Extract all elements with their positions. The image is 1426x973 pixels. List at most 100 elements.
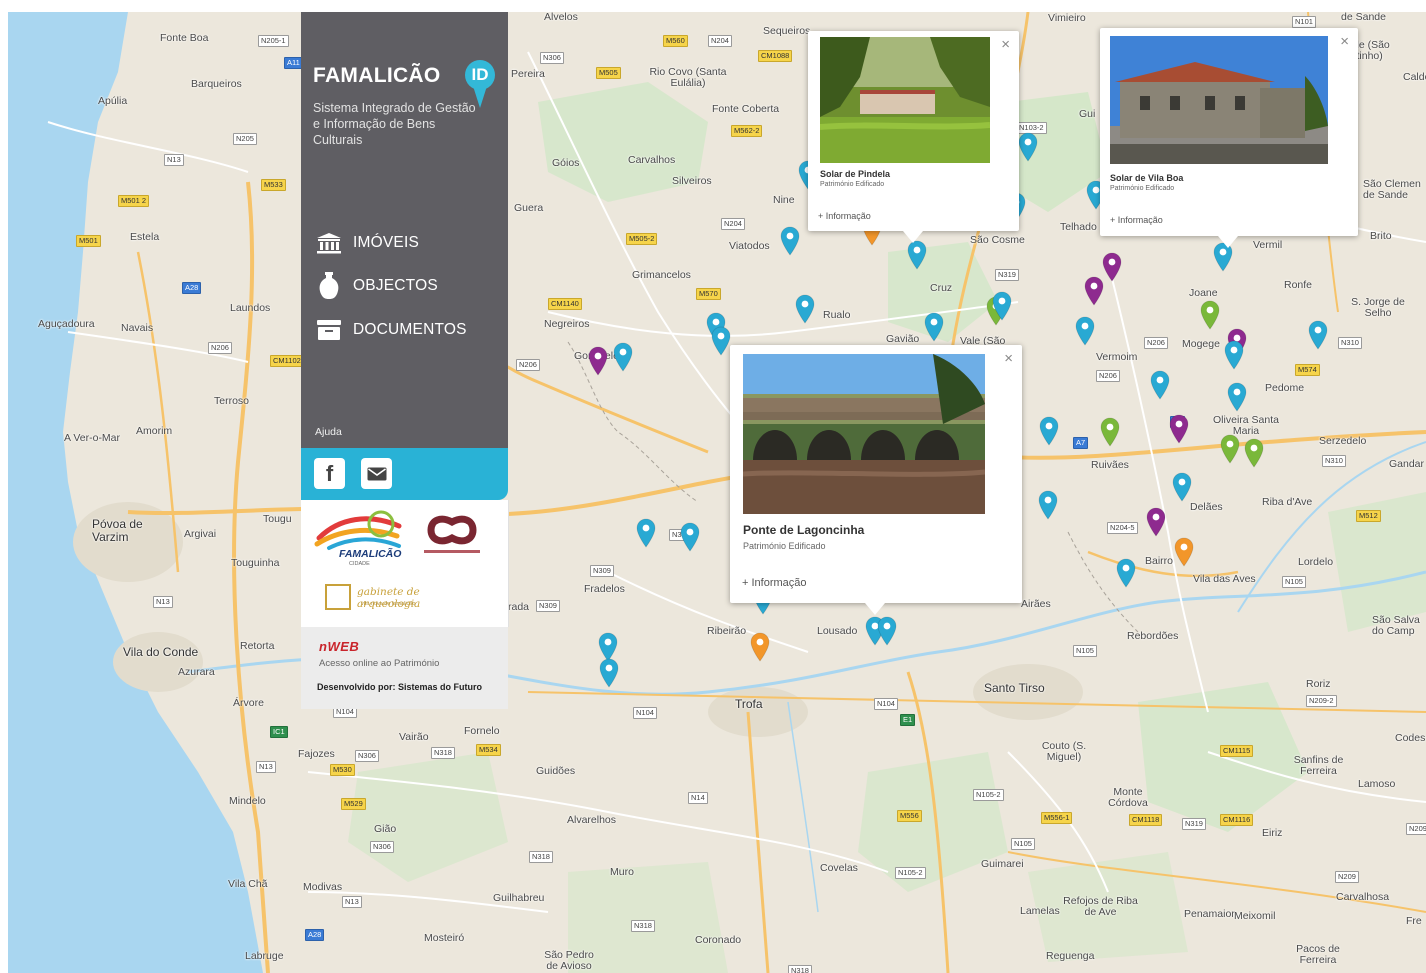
more-info-link[interactable]: + Informação [818, 211, 871, 221]
place-label: Calde [1403, 71, 1426, 83]
road-label: E1 [900, 714, 916, 726]
map-marker-pin[interactable] [779, 226, 801, 256]
map-pin-icon [1308, 320, 1328, 350]
map-marker-pin[interactable] [1145, 507, 1167, 537]
sidebar-header: FAMALICÃO ID Sistema Integrado de Gestão… [301, 12, 508, 448]
famalicao-logo[interactable]: FAMALICÃO CIDADE [309, 508, 407, 570]
map-marker-pin[interactable] [1083, 276, 1105, 306]
nweb-logo[interactable]: nWEB [319, 639, 359, 654]
map-pin-icon [907, 240, 927, 270]
map-marker-pin[interactable] [1168, 414, 1190, 444]
brand-title[interactable]: FAMALICÃO [313, 64, 441, 88]
place-label: Telhado [1060, 221, 1097, 233]
map-marker-pin[interactable] [1199, 300, 1221, 330]
map-marker-pin[interactable] [1037, 490, 1059, 520]
more-info-link[interactable]: + Informação [742, 577, 807, 589]
map-marker-pin[interactable] [587, 346, 609, 376]
popup-close-button[interactable]: × [1340, 34, 1349, 49]
map-marker-pin[interactable] [1099, 417, 1121, 447]
place-label: São Cosme [970, 234, 1025, 246]
acesso-text: Acesso online ao Património [319, 658, 440, 669]
map-marker-pin[interactable] [794, 294, 816, 324]
nav-item-documentos[interactable]: DOCUMENTOS [315, 315, 467, 345]
map-pin-icon [1075, 316, 1095, 346]
road-label: N319 [1182, 818, 1206, 830]
road-label: M501 2 [118, 195, 150, 207]
map-marker-pin[interactable] [1173, 537, 1195, 567]
place-label: rada [508, 601, 530, 613]
popup-subtitle: Património Edificado [743, 541, 826, 551]
place-label: Carvalhos [628, 154, 676, 166]
map-marker-pin[interactable] [635, 518, 657, 548]
place-label: Cruz [930, 282, 953, 294]
map-pin-icon [711, 326, 731, 356]
map-pin-icon [1084, 276, 1104, 306]
developer-credit[interactable]: Desenvolvido por: Sistemas do Futuro [317, 682, 482, 692]
place-label: A Ver-o-Mar [64, 432, 121, 444]
cultural-heritage-logo[interactable] [421, 512, 483, 562]
place-label: Azurara [178, 666, 215, 678]
road-label: N104 [633, 707, 657, 719]
map-marker-pin[interactable] [1038, 416, 1060, 446]
map-marker-pin[interactable] [991, 291, 1013, 321]
nav-item-imoveis[interactable]: IMÓVEIS [315, 228, 419, 258]
popup-photo[interactable] [1110, 36, 1328, 164]
place-label: Barqueiros [191, 78, 242, 90]
more-info-link[interactable]: + Informação [1110, 215, 1163, 225]
map-marker-pin[interactable] [1115, 558, 1137, 588]
map-marker-pin[interactable] [1171, 472, 1193, 502]
road-label: N205-1 [258, 35, 289, 47]
map-marker-pin[interactable] [1074, 316, 1096, 346]
place-label: Navais [121, 322, 154, 334]
place-label: Terroso [214, 395, 250, 407]
place-label: Refojos de Riba de Ave [1063, 895, 1138, 919]
map-marker-pin[interactable] [598, 658, 620, 688]
place-label: Gói​os [552, 157, 580, 169]
map-marker-pin[interactable] [1226, 382, 1248, 412]
popup-close-button[interactable]: × [1004, 351, 1013, 366]
map-marker-pin[interactable] [1243, 438, 1265, 468]
map-marker-pin[interactable] [906, 240, 928, 270]
map-marker-pin[interactable] [710, 326, 732, 356]
popup-photo[interactable] [743, 354, 985, 514]
help-link[interactable]: Ajuda [315, 426, 342, 438]
place-label: Pedome [1265, 382, 1305, 394]
building-columns-icon [315, 231, 343, 255]
nav-item-objectos[interactable]: OBJECTOS [315, 271, 438, 301]
map-marker-pin[interactable] [1219, 434, 1241, 464]
map-marker-pin[interactable] [923, 312, 945, 342]
map-marker-pin[interactable] [1017, 132, 1039, 162]
popup-photo[interactable] [820, 37, 990, 163]
place-label: Rebordões [1127, 630, 1179, 642]
place-label: Mosteiró [424, 932, 465, 944]
place-label: Guera [514, 202, 544, 214]
road-label: IC1 [270, 726, 288, 738]
map-marker-pin[interactable] [679, 522, 701, 552]
place-label: Modivas [303, 881, 343, 893]
map-pin-icon [1146, 507, 1166, 537]
place-label: Vila Chã [228, 878, 268, 890]
place-label: Tougu [263, 513, 292, 525]
facebook-icon: f [325, 460, 334, 486]
place-label: Vermil [1253, 239, 1283, 251]
map-marker-pin[interactable] [1149, 370, 1171, 400]
map-marker-pin[interactable] [749, 632, 771, 662]
popup-close-button[interactable]: × [1001, 37, 1010, 52]
road-label: M574 [1295, 364, 1320, 376]
map-marker-pin[interactable] [876, 616, 898, 646]
map-pin-icon [1172, 472, 1192, 502]
place-label: Airães [1021, 598, 1051, 610]
map-pin-icon [1039, 416, 1059, 446]
place-label: Riba d'Ave [1262, 496, 1313, 508]
road-label: N13 [256, 761, 276, 773]
place-label: Pereira [511, 68, 545, 80]
map-marker-pin[interactable] [1223, 340, 1245, 370]
email-button[interactable] [361, 458, 392, 489]
map-pin-icon [1018, 132, 1038, 162]
map-marker-pin[interactable] [1307, 320, 1329, 350]
arqueologia-logo[interactable]: gabinete de arqueologia vila nova de fam… [325, 580, 485, 616]
facebook-button[interactable]: f [314, 458, 345, 489]
road-label: N306 [540, 52, 564, 64]
road-label: CM1116 [1220, 814, 1254, 826]
map-marker-pin[interactable] [612, 342, 634, 372]
